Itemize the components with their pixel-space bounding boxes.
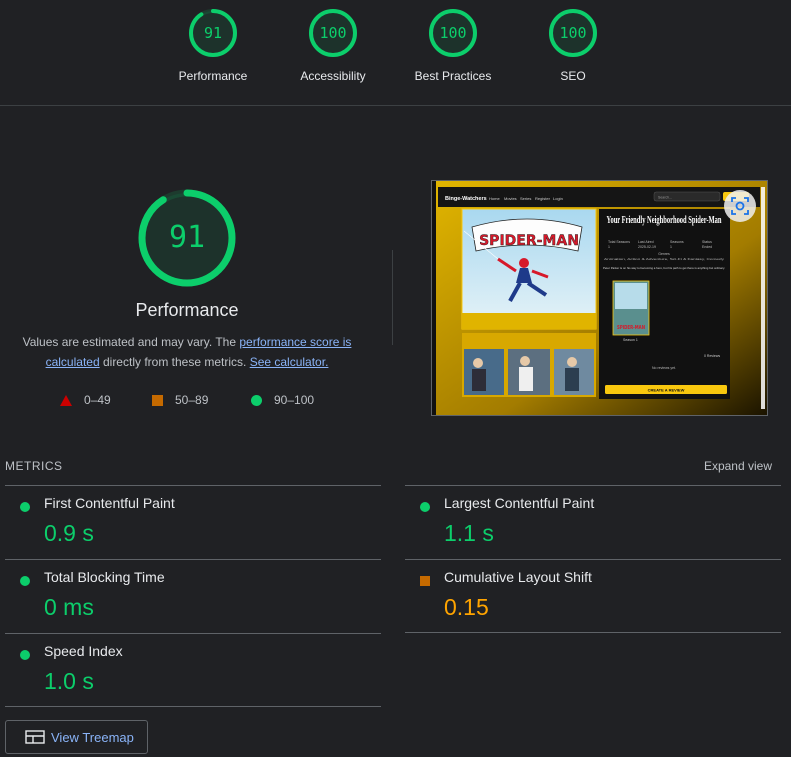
legend-pass: 90–100 <box>251 392 314 408</box>
divider <box>5 706 381 707</box>
legend-average: 50–89 <box>152 392 208 408</box>
season-poster-title: SPIDER-MAN <box>617 325 645 331</box>
info-label: Status <box>702 240 712 244</box>
expand-icon <box>731 197 749 215</box>
metric-value: 0.9 s <box>44 520 94 546</box>
gauge-accessibility[interactable]: 100 Accessibility <box>273 8 393 83</box>
site-nav-movies: Movies <box>504 196 517 201</box>
legend-label: 90–100 <box>274 393 315 407</box>
site-search: Search... <box>658 196 672 200</box>
description-text: Values are estimated and may vary. The <box>22 335 240 349</box>
metric-cumulative-layout-shift: Cumulative Layout Shift 0.15 <box>405 559 781 633</box>
gauge-performance[interactable]: 91 Performance <box>153 8 273 83</box>
legend-label: 0–49 <box>84 393 111 407</box>
gauge-seo[interactable]: 100 SEO <box>513 8 633 83</box>
performance-gauge: 91 <box>137 188 237 288</box>
metric-speed-index: Speed Index 1.0 s <box>5 633 381 707</box>
site-nav-home: Home <box>489 196 500 201</box>
metric-first-contentful-paint: First Contentful Paint 0.9 s <box>5 485 381 559</box>
divider <box>392 250 393 345</box>
zoom-screenshot-button[interactable] <box>724 190 756 222</box>
metrics-header: METRICS <box>5 459 63 473</box>
metric-value: 0 ms <box>44 594 94 620</box>
metric-name: Largest Contentful Paint <box>444 495 595 511</box>
page-screenshot-image: Binge-Watchers Home Movies Series Regist… <box>432 181 767 415</box>
overview-text: Peter Parker is on his way to becoming a… <box>603 266 725 270</box>
description-text: directly from these metrics. <box>99 355 250 369</box>
info-value: 2025-02-19 <box>638 245 656 249</box>
site-nav-series: Series <box>520 196 531 201</box>
legend-label: 50–89 <box>175 393 209 407</box>
performance-title: Performance <box>135 300 239 320</box>
metric-value: 1.1 s <box>444 520 494 546</box>
reviews-count: 0 Reviews <box>704 354 720 358</box>
score-gauges-bar: 91 Performance 100 Accessibility 100 Bes… <box>0 0 791 106</box>
divider <box>405 632 781 633</box>
no-reviews-text: No reviews yet. <box>652 366 676 370</box>
pass-circle-icon <box>420 502 430 512</box>
site-brand: Binge-Watchers <box>445 196 487 202</box>
genres-text: Animation, Action & Adventure, Sci-Fi & … <box>604 257 725 261</box>
pass-circle-icon <box>20 502 30 512</box>
metric-name: Total Blocking Time <box>44 569 165 585</box>
gauge-score: 100 <box>439 24 467 42</box>
square-icon <box>152 394 163 406</box>
metric-total-blocking-time: Total Blocking Time 0 ms <box>5 559 381 633</box>
info-label: Last Aired <box>638 240 654 244</box>
genres-label: Genres <box>658 252 670 256</box>
treemap-icon <box>25 730 45 744</box>
poster-title: SPIDER-MAN <box>479 233 579 249</box>
info-value: Ended <box>702 245 712 249</box>
metric-name: First Contentful Paint <box>44 495 175 511</box>
gauge-label: Accessibility <box>300 69 366 83</box>
gauge-label: SEO <box>560 69 586 83</box>
triangle-icon <box>60 394 72 406</box>
info-label: Seasons <box>670 240 684 244</box>
metric-value: 1.0 s <box>44 668 94 694</box>
pass-circle-icon <box>20 576 30 586</box>
final-screenshot[interactable]: Binge-Watchers Home Movies Series Regist… <box>431 180 768 416</box>
info-label: Total Seasons <box>608 240 630 244</box>
pass-circle-icon <box>20 650 30 660</box>
expand-view-toggle[interactable]: Expand view <box>704 459 772 473</box>
site-nav-register: Register <box>535 196 551 201</box>
metric-value: 0.15 <box>444 594 489 620</box>
view-treemap-label: View Treemap <box>51 729 134 745</box>
performance-description: Values are estimated and may vary. The p… <box>18 332 356 372</box>
show-title: Your Friendly Neighborhood Spider-Man <box>607 215 722 226</box>
gauge-label: Performance <box>178 69 248 83</box>
gauge-score: 91 <box>203 24 223 42</box>
legend-fail: 0–49 <box>60 392 111 408</box>
circle-icon <box>251 394 262 406</box>
gauge-label: Best Practices <box>414 69 492 83</box>
see-calculator-link[interactable]: See calculator. <box>250 355 329 369</box>
metric-largest-contentful-paint: Largest Contentful Paint 1.1 s <box>405 485 781 559</box>
metric-name: Speed Index <box>44 643 123 659</box>
gauge-score: 100 <box>559 24 587 42</box>
average-square-icon <box>420 576 430 586</box>
performance-score: 91 <box>168 220 206 255</box>
metric-name: Cumulative Layout Shift <box>444 569 592 585</box>
create-review-button: CREATE A REVIEW <box>648 388 685 393</box>
view-treemap-button[interactable]: View Treemap <box>5 720 148 754</box>
info-value: 1 <box>608 245 610 249</box>
gauge-best-practices[interactable]: 100 Best Practices <box>393 8 513 83</box>
site-nav-login: Login <box>553 196 563 201</box>
season-label: Season 1 <box>623 338 638 342</box>
gauge-score: 100 <box>319 24 347 42</box>
info-value: 1 <box>670 245 672 249</box>
